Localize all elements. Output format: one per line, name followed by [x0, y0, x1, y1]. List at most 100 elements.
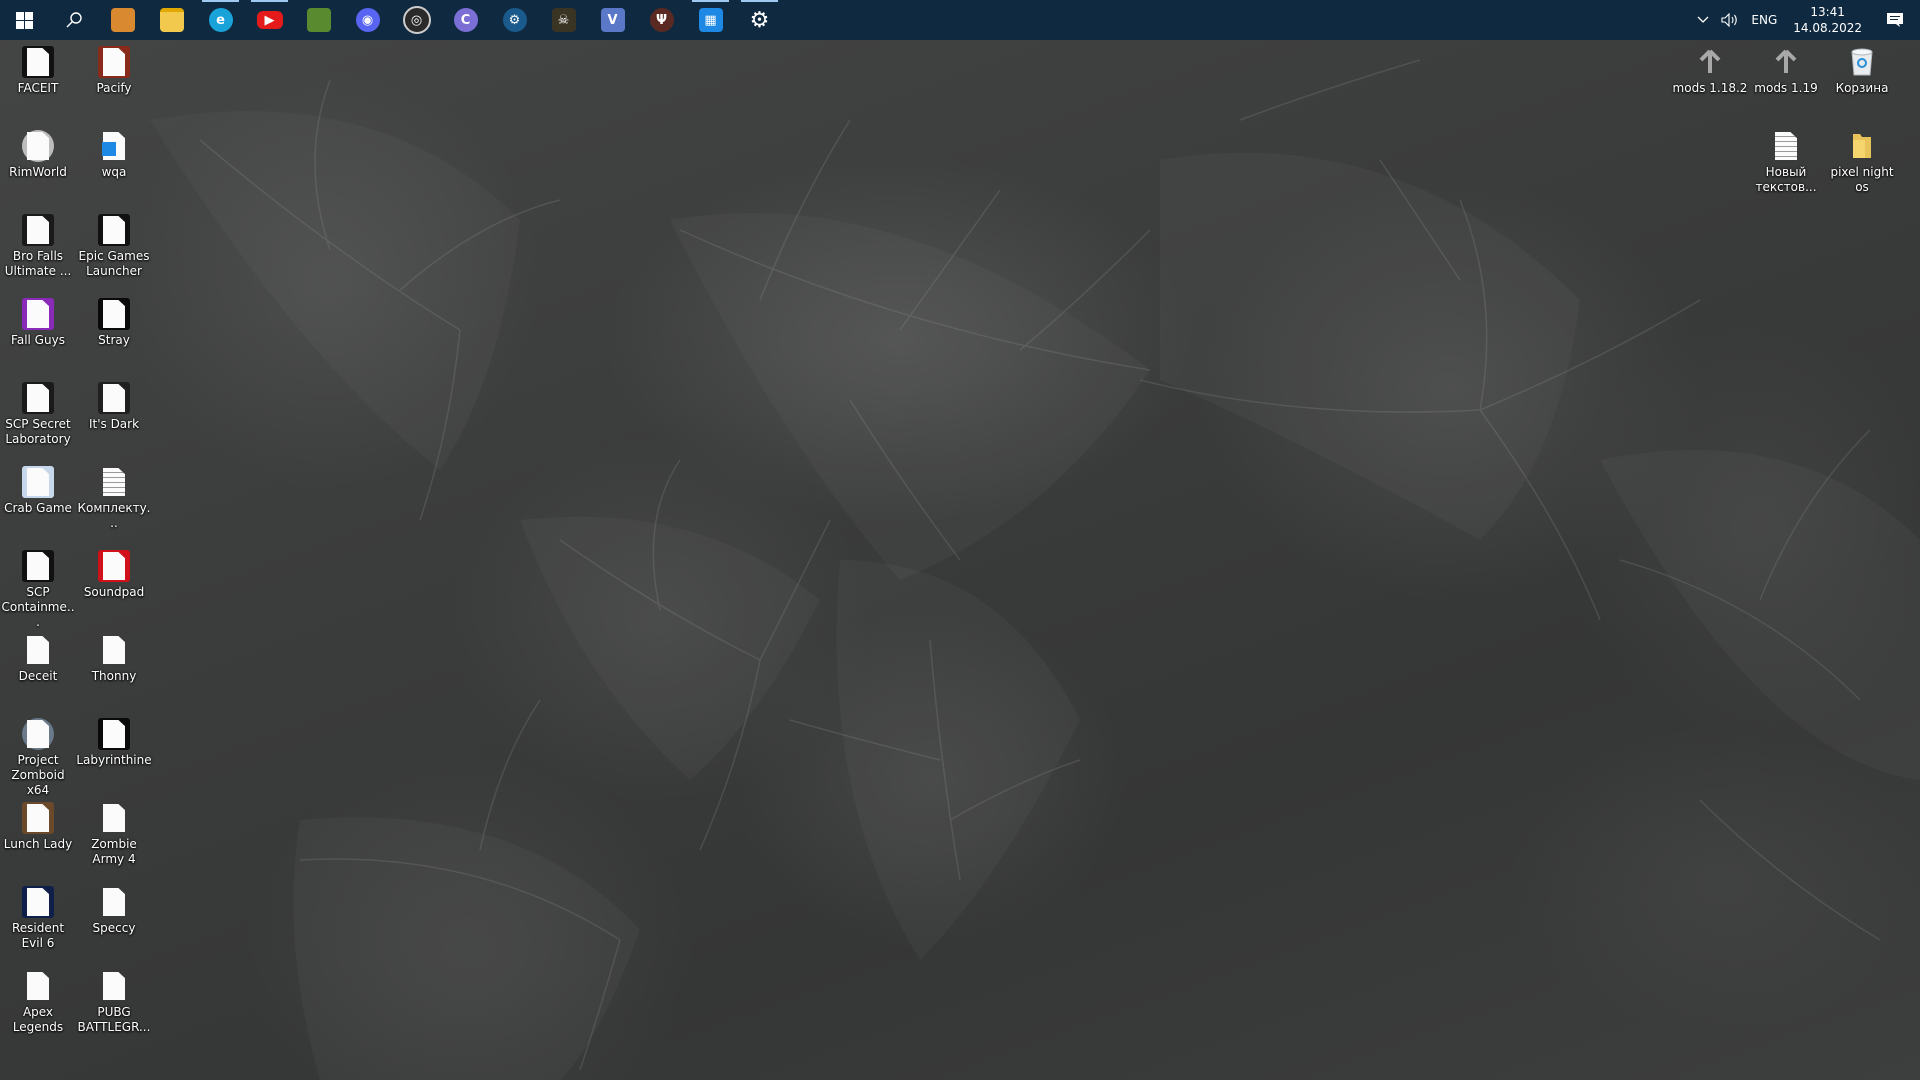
desktop-icon[interactable]: Soundpad: [76, 550, 152, 600]
chevron-up-icon: [1697, 16, 1709, 23]
search-icon: [66, 12, 82, 28]
text-document-icon: [98, 466, 130, 498]
desktop-icon[interactable]: Thonny: [76, 634, 152, 684]
desktop-icon-label: pixel night os: [1830, 165, 1894, 194]
desktop-icon[interactable]: PUBG BATTLEGR...: [76, 970, 152, 1035]
volume-button[interactable]: [1715, 0, 1745, 40]
start-button[interactable]: [0, 0, 49, 40]
desktop-icon-label: Soundpad: [83, 585, 145, 599]
desktop-icon[interactable]: Resident Evil 6: [0, 886, 76, 951]
desktop-icon-label: Новый текстов...: [1755, 165, 1817, 194]
desktop-icon-label: It's Dark: [88, 417, 140, 431]
its-dark-shortcut-icon: [98, 382, 130, 414]
desktop-icon[interactable]: wqa: [76, 130, 152, 180]
desktop-icon[interactable]: Labyrinthine: [76, 718, 152, 768]
discord-icon: ◉: [355, 8, 380, 32]
language-indicator[interactable]: ENG: [1745, 0, 1783, 40]
desktop-icon-label: Stray: [98, 333, 130, 347]
folder-icon: [159, 8, 184, 32]
desktop-icon[interactable]: Zombie Army 4: [76, 802, 152, 867]
desktop-icon[interactable]: mods 1.19: [1748, 46, 1824, 96]
running-indicator: [741, 0, 778, 2]
rimworld-shortcut-icon: [22, 130, 54, 162]
desktop-wallpaper: FACEIT Pacify RimWorld wqa Bro Falls Ultimat…: [0, 0, 1920, 1080]
epic-games-shortcut-icon: [98, 214, 130, 246]
desktop-icon-label: Labyrinthine: [76, 753, 152, 767]
action-center-icon: [1887, 13, 1903, 27]
desktop-icon[interactable]: Новый текстов...: [1748, 130, 1824, 195]
desktop-icon-label: Bro Falls Ultimate ...: [4, 249, 72, 278]
taskbar-app-discord[interactable]: ◉: [343, 0, 392, 40]
desktop-icon-label: mods 1.19: [1754, 81, 1818, 95]
taskbar-app-obs-studio[interactable]: ◎: [392, 0, 441, 40]
registry-file-icon: [98, 130, 130, 162]
desktop-icon[interactable]: Lunch Lady: [0, 802, 76, 852]
search-button[interactable]: [49, 0, 98, 40]
faceit-shortcut-icon: [22, 46, 54, 78]
desktop-icon-label: SCP Containme...: [1, 585, 75, 629]
desktop-icon[interactable]: pixel night os: [1824, 130, 1900, 195]
resident-evil-shortcut-icon: [22, 886, 54, 918]
deceit-shortcut-icon: [22, 634, 54, 666]
labyrinthine-shortcut-icon: [98, 718, 130, 750]
taskbar-app-v-app[interactable]: V: [588, 0, 637, 40]
taskbar-app-skull-game[interactable]: ☠: [539, 0, 588, 40]
taskbar-app-steam[interactable]: ⚙: [490, 0, 539, 40]
pubg-shortcut-icon: [98, 970, 130, 1002]
action-center-button[interactable]: [1872, 0, 1920, 40]
desktop-icon[interactable]: RimWorld: [0, 130, 76, 180]
desktop-icon[interactable]: Stray: [76, 298, 152, 348]
desktop-icon[interactable]: Project Zomboid x64: [0, 718, 76, 798]
desktop-icon[interactable]: Fall Guys: [0, 298, 76, 348]
taskbar-app-youtube[interactable]: ▶: [245, 0, 294, 40]
clock-time: 13:41: [1810, 5, 1845, 19]
taskbar-app-bittorrent[interactable]: C: [441, 0, 490, 40]
taskbar-app-settings[interactable]: ⚙: [735, 0, 784, 40]
desktop-icon-label: Fall Guys: [11, 333, 65, 347]
desktop-icon-label: Resident Evil 6: [11, 921, 65, 950]
gear-icon: ⚙: [749, 7, 770, 33]
obs-icon: ◎: [402, 6, 431, 34]
clock[interactable]: 13:41 14.08.2022: [1783, 4, 1872, 36]
taskbar-app-winrar[interactable]: [98, 0, 147, 40]
scp-sl-shortcut-icon: [22, 382, 54, 414]
taskbar-app-minecraft[interactable]: [294, 0, 343, 40]
taskbar-app-file-explorer[interactable]: [147, 0, 196, 40]
desktop-icon[interactable]: It's Dark: [76, 382, 152, 432]
show-hidden-icons-button[interactable]: [1691, 0, 1715, 40]
pinned-apps: e ▶ ◉ ◎ C ⚙ ☠ V Ψ ▦ ⚙: [98, 0, 784, 40]
grass-block-icon: [306, 8, 331, 32]
desktop-icon[interactable]: Pacify: [76, 46, 152, 96]
clock-date: 14.08.2022: [1793, 21, 1862, 35]
desktop-icon[interactable]: Deceit: [0, 634, 76, 684]
desktop-icon-label: Apex Legends: [12, 1005, 64, 1034]
desktop-icon-label: Project Zomboid x64: [11, 753, 65, 797]
desktop-icon-label: mods 1.18.2: [1672, 81, 1748, 95]
desktop-icon-label: Crab Game: [4, 501, 72, 515]
desktop-icon[interactable]: SCP Secret Laboratory: [0, 382, 76, 447]
desktop-icon[interactable]: Комплекту...: [76, 466, 152, 531]
desktop-icon[interactable]: Корзина: [1824, 46, 1900, 96]
system-tray: ENG 13:41 14.08.2022: [1691, 0, 1920, 40]
desktop-icon[interactable]: Crab Game: [0, 466, 76, 516]
desktop-icon[interactable]: mods 1.18.2: [1672, 46, 1748, 96]
upload-arrow-icon: [1694, 46, 1726, 78]
taskbar-app-microsoft-edge[interactable]: e: [196, 0, 245, 40]
desktop-icon[interactable]: Speccy: [76, 886, 152, 936]
desktop-icon-label: Pacify: [96, 81, 132, 95]
desktop-icon-label: Epic Games Launcher: [78, 249, 150, 278]
desktop-icon-label: Lunch Lady: [3, 837, 73, 851]
desktop-icon[interactable]: FACEIT: [0, 46, 76, 96]
desktop-icon[interactable]: Apex Legends: [0, 970, 76, 1035]
desktop-icon[interactable]: SCP Containme...: [0, 550, 76, 630]
desktop-icon[interactable]: Epic Games Launcher: [76, 214, 152, 279]
bro-falls-shortcut-icon: [22, 214, 54, 246]
stray-shortcut-icon: [98, 298, 130, 330]
torrent-icon: C: [453, 8, 478, 32]
taskbar-app-registry-editor[interactable]: ▦: [686, 0, 735, 40]
taskbar-app-jedi-app[interactable]: Ψ: [637, 0, 686, 40]
crab-game-shortcut-icon: [22, 466, 54, 498]
desktop-icon[interactable]: Bro Falls Ultimate ...: [0, 214, 76, 279]
desktop-icon-label: Speccy: [92, 921, 136, 935]
scp-containment-shortcut-icon: [22, 550, 54, 582]
